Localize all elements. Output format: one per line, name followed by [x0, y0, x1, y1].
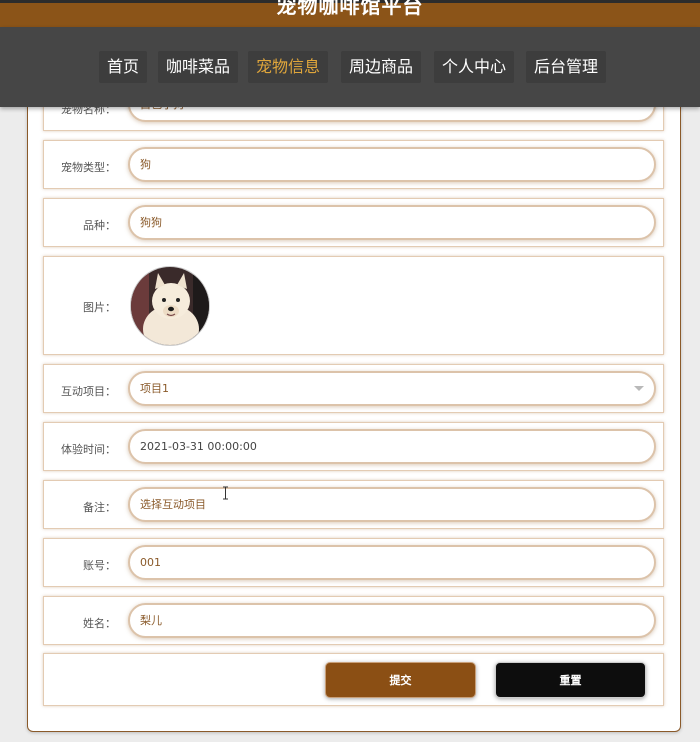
- image-label: 图片：: [83, 301, 116, 314]
- account-label: 账号：: [83, 559, 116, 572]
- experience-time-row: 体验时间： 2021-03-31 00:00:00: [43, 422, 664, 471]
- text-cursor-icon: [222, 486, 229, 500]
- interaction-label: 互动项目：: [61, 385, 116, 398]
- brand-strip: 宠物咖啡馆平台: [0, 0, 700, 27]
- pet-type-input[interactable]: 狗: [128, 147, 656, 182]
- nav-item-personal-center[interactable]: 个人中心: [434, 51, 515, 83]
- breed-label: 品种：: [83, 219, 116, 232]
- nav-item-merchandise[interactable]: 周边商品: [341, 51, 422, 83]
- actions-row: 提交 重置: [43, 653, 664, 706]
- name-label: 姓名：: [83, 617, 116, 630]
- breed-row: 品种： 狗狗: [43, 198, 664, 247]
- breed-input[interactable]: 狗狗: [128, 205, 656, 240]
- pet-type-label: 宠物类型：: [61, 161, 116, 174]
- account-row: 账号： 001: [43, 538, 664, 587]
- top-navbar: 首页 咖啡菜品 宠物信息 周边商品 个人中心 后台管理: [0, 27, 700, 107]
- pet-photo[interactable]: [130, 266, 210, 346]
- note-row: 备注： 选择互动项目: [43, 480, 664, 529]
- name-row: 姓名： 梨儿: [43, 596, 664, 645]
- interaction-select[interactable]: 项目1: [128, 371, 656, 406]
- nav-item-admin[interactable]: 后台管理: [526, 51, 607, 83]
- nav-item-home[interactable]: 首页: [99, 51, 148, 83]
- note-input[interactable]: 选择互动项目: [128, 487, 656, 522]
- reset-button[interactable]: 重置: [495, 662, 646, 698]
- experience-time-input[interactable]: 2021-03-31 00:00:00: [128, 429, 656, 464]
- interaction-selected-value: 项目1: [140, 382, 169, 395]
- chevron-down-icon[interactable]: [634, 386, 644, 391]
- account-input[interactable]: 001: [128, 545, 656, 580]
- site-title: 宠物咖啡馆平台: [276, 0, 424, 18]
- image-row: 图片：: [43, 256, 664, 355]
- interaction-row: 互动项目： 项目1: [43, 364, 664, 413]
- note-label: 备注：: [83, 501, 116, 514]
- submit-button[interactable]: 提交: [325, 662, 476, 698]
- experience-time-label: 体验时间：: [61, 443, 116, 456]
- nav-item-coffee-menu[interactable]: 咖啡菜品: [158, 51, 239, 83]
- nav-item-pet-info[interactable]: 宠物信息: [248, 51, 329, 83]
- pet-type-row: 宠物类型： 狗: [43, 140, 664, 189]
- samoyed-dog-image: [131, 267, 209, 345]
- name-input[interactable]: 梨儿: [128, 603, 656, 638]
